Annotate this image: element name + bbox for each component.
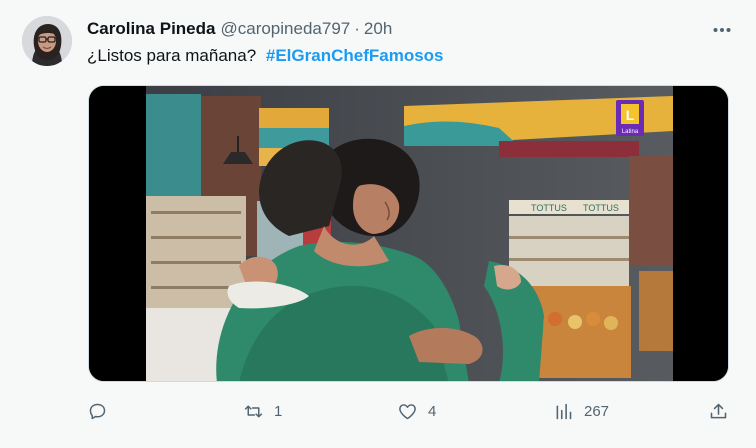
store-sign-text-2: TOTTUS bbox=[583, 203, 619, 213]
like-button[interactable]: 4 bbox=[397, 397, 436, 425]
views-icon bbox=[556, 403, 572, 419]
avatar[interactable] bbox=[22, 16, 72, 66]
author-name[interactable]: Carolina Pineda bbox=[87, 19, 215, 39]
share-button[interactable] bbox=[708, 397, 729, 425]
reply-button[interactable] bbox=[87, 397, 108, 425]
retweet-count: 1 bbox=[274, 402, 283, 420]
channel-logo-letter: L bbox=[626, 107, 635, 123]
channel-logo-text: Latina bbox=[622, 129, 639, 135]
share-icon bbox=[710, 403, 727, 418]
views-count: 267 bbox=[584, 402, 610, 420]
video-frame: TOTTUS TOTTUS L Latina bbox=[89, 86, 728, 381]
like-count: 4 bbox=[428, 402, 437, 420]
separator-dot: · bbox=[354, 19, 360, 38]
tweet-actions: 1 4 267 bbox=[87, 397, 732, 425]
tweet-header: Carolina Pineda @caropineda797 · 20h bbox=[87, 17, 392, 41]
avatar-image bbox=[22, 16, 72, 66]
more-icon bbox=[713, 28, 731, 32]
hashtag-link[interactable]: #ElGranChefFamosos bbox=[266, 46, 444, 65]
store-sign-text-1: TOTTUS bbox=[531, 203, 567, 213]
retweet-button[interactable]: 1 bbox=[243, 397, 282, 425]
tweet-card[interactable]: Carolina Pineda @caropineda797 · 20h ¿Li… bbox=[0, 0, 756, 448]
more-options-button[interactable] bbox=[710, 18, 734, 42]
author-handle[interactable]: @caropineda797 bbox=[220, 19, 350, 39]
retweet-icon bbox=[244, 405, 263, 417]
tweet-text: ¿Listos para mañana? #ElGranChefFamosos bbox=[87, 44, 444, 68]
tweet-media[interactable]: TOTTUS TOTTUS L Latina bbox=[88, 85, 729, 382]
reply-icon bbox=[89, 403, 106, 419]
heart-icon bbox=[399, 403, 416, 419]
tweet-timestamp[interactable]: 20h bbox=[364, 19, 392, 39]
views-button[interactable]: 267 bbox=[553, 397, 609, 425]
tweet-body: ¿Listos para mañana? bbox=[87, 46, 257, 65]
